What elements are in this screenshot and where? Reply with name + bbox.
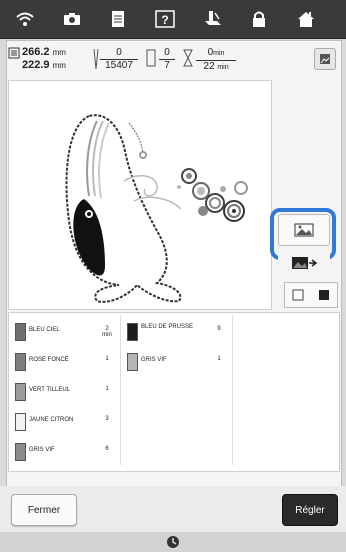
thread-row[interactable]: ROSE FONCÉ 1 — [11, 347, 121, 377]
thread-swatch — [127, 353, 138, 371]
clock-icon[interactable] — [166, 535, 180, 549]
design-width: 266.2 — [22, 46, 50, 58]
image-icon — [320, 54, 330, 64]
thread-column-2: BLEU DE PRUSSE 9 GRIS VIF 1 — [123, 317, 233, 377]
black-background-option[interactable] — [311, 283, 337, 307]
image-export-button[interactable] — [278, 250, 330, 276]
camera-icon[interactable] — [59, 6, 85, 32]
thread-swatch — [15, 443, 26, 461]
footer-bar — [0, 532, 346, 552]
document-icon[interactable] — [105, 6, 131, 32]
svg-text:?: ? — [161, 13, 168, 27]
thread-spool-icon — [146, 49, 156, 70]
help-icon[interactable]: ? — [152, 6, 178, 32]
white-background-option[interactable] — [285, 283, 311, 307]
thread-row[interactable]: GRIS VIF 6 — [11, 437, 121, 467]
top-toolbar: ? — [0, 0, 346, 39]
image-arrow-icon — [292, 257, 317, 269]
lock-icon[interactable] — [246, 6, 272, 32]
whale-embroidery-design — [65, 114, 248, 303]
design-height: 222.9 — [22, 59, 50, 71]
thread-row[interactable]: GRIS VIF 1 — [123, 347, 233, 377]
thread-row[interactable]: JAUNE CITRON 3 — [11, 407, 121, 437]
design-preview-canvas — [8, 80, 272, 310]
thread-swatch — [15, 323, 26, 341]
stitch-count: 0 15407 — [100, 47, 138, 72]
thread-swatch — [127, 323, 138, 341]
thread-row[interactable]: BLEU CIEL 2 min — [11, 317, 121, 347]
column-divider — [120, 315, 121, 465]
color-count: 0 7 — [159, 47, 175, 72]
white-square-icon — [292, 289, 304, 301]
thread-color-list: BLEU CIEL 2 min ROSE FONCÉ 1 VERT TILLEUL… — [8, 312, 340, 472]
sewing-time: 0min 22 min — [196, 47, 236, 74]
black-square-icon — [319, 290, 329, 300]
set-button[interactable]: Régler — [282, 494, 338, 526]
thread-swatch — [15, 413, 26, 431]
embroidery-icon[interactable] — [200, 6, 226, 32]
size-icon — [8, 47, 20, 62]
home-icon[interactable] — [293, 6, 319, 32]
hourglass-icon — [183, 49, 193, 70]
thread-row[interactable]: VERT TILLEUL 1 — [11, 377, 121, 407]
thread-swatch — [15, 383, 26, 401]
info-bar: 266.2 mm 222.9 mm 0 15407 0 7 0min 22 mi… — [8, 44, 338, 76]
preview-toggle-button[interactable] — [314, 48, 336, 70]
close-button[interactable]: Fermer — [11, 494, 77, 526]
thread-swatch — [15, 353, 26, 371]
design-size: 266.2 mm 222.9 mm — [22, 46, 66, 71]
column-divider — [232, 315, 233, 465]
background-color-toggle[interactable] — [284, 282, 338, 308]
needle-icon — [92, 48, 100, 73]
thread-row[interactable]: BLEU DE PRUSSE 9 — [123, 317, 233, 347]
wifi-icon[interactable] — [12, 6, 38, 32]
thread-column-1: BLEU CIEL 2 min ROSE FONCÉ 1 VERT TILLEUL… — [11, 317, 121, 467]
